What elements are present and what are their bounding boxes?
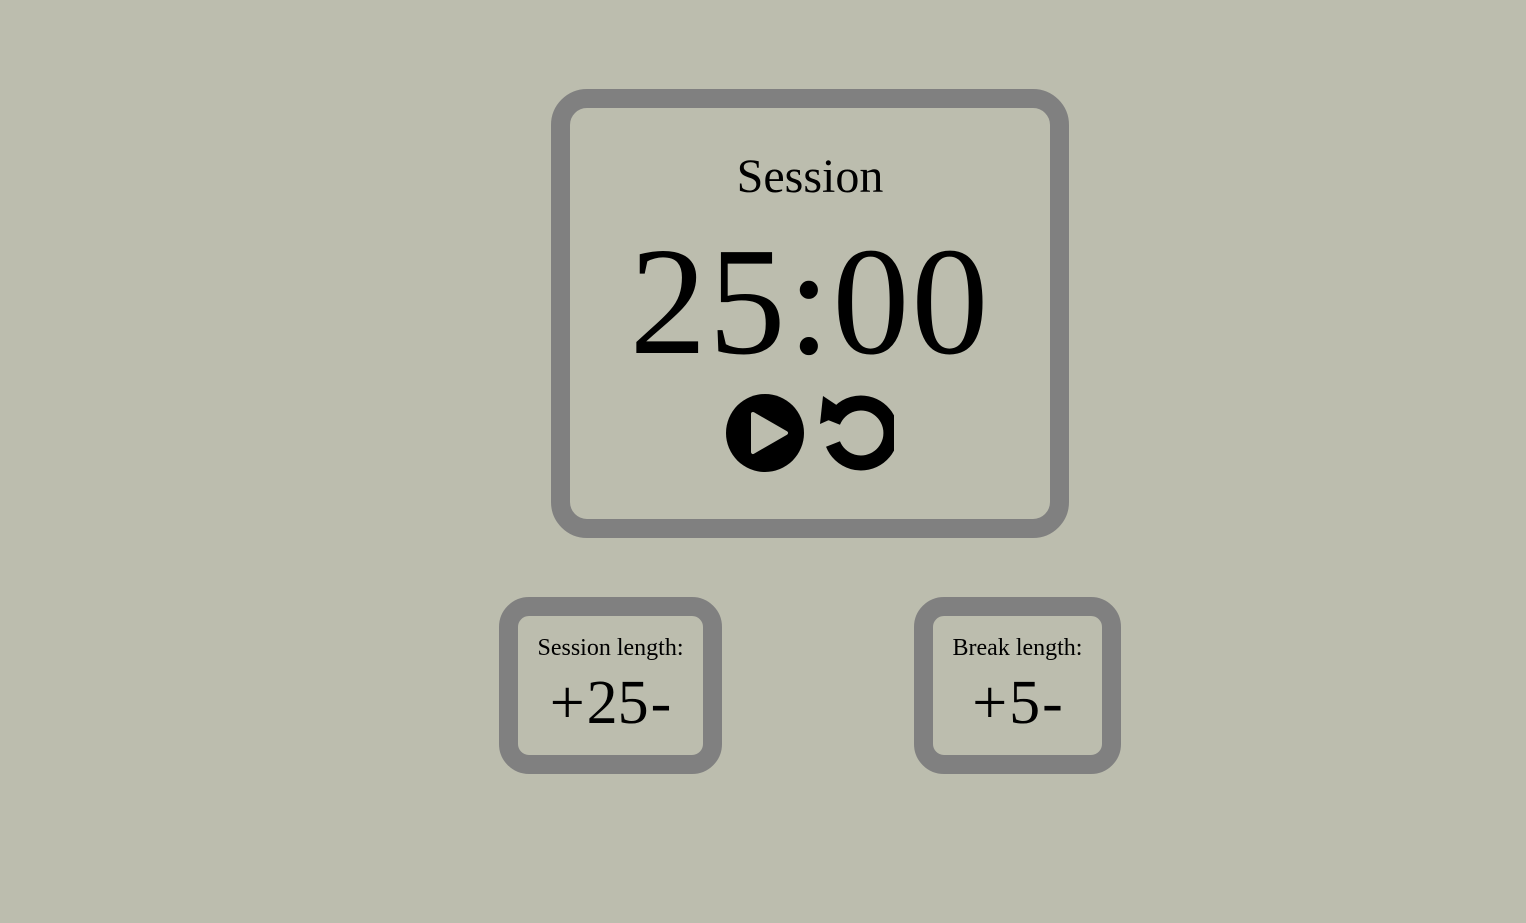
play-circle-icon	[726, 394, 804, 472]
break-length-value: 5	[1009, 669, 1041, 737]
break-length-controls: + 5 -	[933, 672, 1102, 734]
session-length-panel: Session length: + 25 -	[499, 597, 722, 774]
timer-panel: Session 25:00	[551, 89, 1069, 538]
reset-circle-icon	[820, 395, 894, 471]
timer-controls	[570, 394, 1050, 472]
reset-button[interactable]	[816, 394, 894, 472]
timer-label: Session	[736, 150, 884, 203]
timer-display: 25:00	[629, 217, 991, 387]
break-increment-button[interactable]: +	[970, 672, 1009, 734]
break-length-label: Break length:	[952, 635, 1083, 661]
start-stop-button[interactable]	[726, 394, 804, 472]
session-length-value: 25	[586, 669, 649, 737]
break-length-panel: Break length: + 5 -	[914, 597, 1121, 774]
session-length-label: Session length:	[537, 635, 684, 661]
session-decrement-button[interactable]: -	[649, 672, 674, 734]
session-increment-button[interactable]: +	[548, 672, 587, 734]
session-length-controls: + 25 -	[518, 672, 703, 734]
break-decrement-button[interactable]: -	[1040, 672, 1065, 734]
